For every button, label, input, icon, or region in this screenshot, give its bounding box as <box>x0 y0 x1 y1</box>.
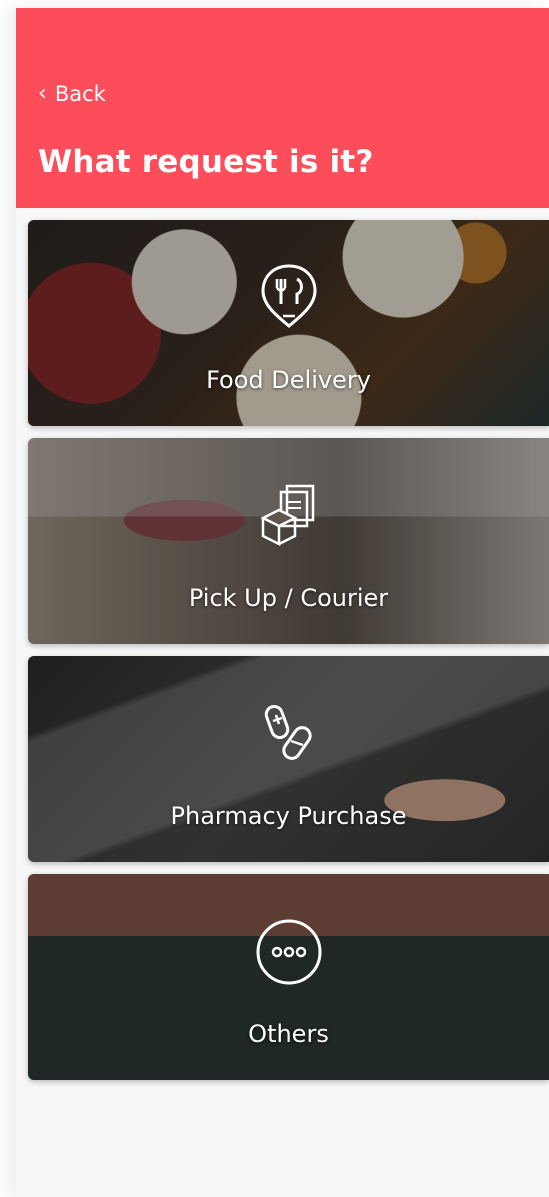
request-card-pharmacy-purchase[interactable]: Pharmacy Purchase <box>28 656 549 862</box>
screen: ‹ Back What request is it? Food Delivery <box>16 8 549 1197</box>
header-bar: ‹ Back What request is it? <box>16 8 549 208</box>
pills-icon <box>264 704 312 760</box>
chevron-left-icon: ‹ <box>38 81 47 106</box>
documents-box-icon <box>259 484 314 547</box>
request-card-others[interactable]: Others <box>28 874 549 1080</box>
request-card-pick-up-courier[interactable]: Pick Up / Courier <box>28 438 549 644</box>
food-pin-icon <box>260 264 317 328</box>
card-label-pharmacy-purchase: Pharmacy Purchase <box>170 802 407 830</box>
request-type-list: Food Delivery Pick Up / Courier Pharmacy… <box>28 220 549 1092</box>
card-label-food-delivery: Food Delivery <box>206 366 371 394</box>
back-button[interactable]: ‹ Back <box>38 82 106 106</box>
request-card-food-delivery[interactable]: Food Delivery <box>28 220 549 426</box>
page-title: What request is it? <box>38 144 374 180</box>
card-label-pick-up-courier: Pick Up / Courier <box>188 584 389 612</box>
more-dots-icon <box>256 919 321 985</box>
back-label: Back <box>54 82 106 106</box>
card-label-others: Others <box>248 1020 329 1048</box>
